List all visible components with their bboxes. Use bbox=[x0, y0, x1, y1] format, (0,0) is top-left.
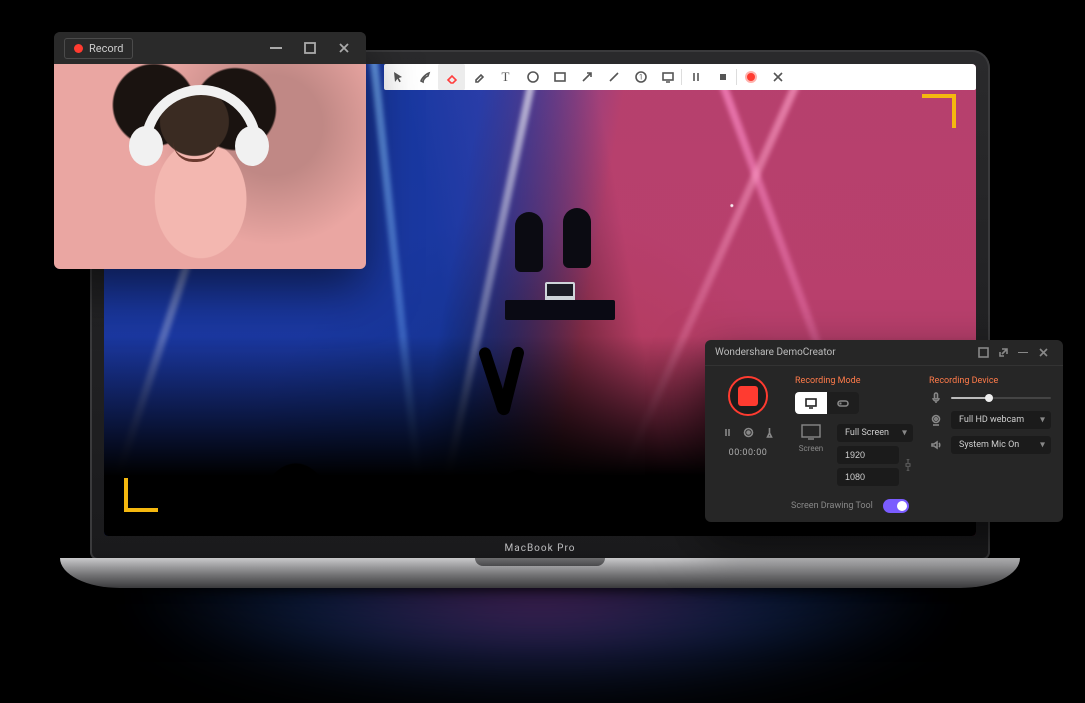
screen-drawing-tool-label: Screen Drawing Tool bbox=[791, 501, 873, 511]
recording-mode-heading: Recording Mode bbox=[795, 376, 913, 386]
webcam-select[interactable]: Full HD webcam bbox=[951, 411, 1051, 429]
record-dot-icon bbox=[74, 44, 83, 53]
record-circle-icon bbox=[743, 427, 754, 438]
close-button[interactable] bbox=[332, 36, 356, 60]
record-indicator[interactable] bbox=[737, 64, 764, 90]
smile bbox=[173, 142, 217, 162]
capture-area-select[interactable]: Full Screen bbox=[837, 424, 913, 442]
minimize-button[interactable] bbox=[264, 36, 288, 60]
capture-width-input[interactable] bbox=[837, 446, 899, 464]
recording-mode-tabs bbox=[795, 392, 859, 414]
recording-device-heading: Recording Device bbox=[929, 376, 1051, 386]
webcam-record-window: Record bbox=[54, 32, 366, 269]
aspect-lock-button[interactable] bbox=[903, 459, 913, 474]
close-toolbar-button[interactable] bbox=[764, 64, 791, 90]
lock-link-icon bbox=[903, 459, 913, 471]
eraser-tool[interactable] bbox=[438, 64, 465, 90]
screen-label: Screen bbox=[799, 444, 823, 453]
panel-titlebar[interactable]: Wondershare DemoCreator bbox=[705, 340, 1063, 366]
minimize-icon bbox=[270, 47, 282, 49]
laptop-base bbox=[60, 558, 1020, 588]
monitor-icon bbox=[801, 424, 821, 440]
mini-marker-button[interactable] bbox=[763, 426, 775, 438]
pause-button[interactable] bbox=[682, 64, 709, 90]
crop-mark-bottom-left[interactable] bbox=[124, 478, 158, 512]
maximize-button[interactable] bbox=[298, 36, 322, 60]
panel-close-button[interactable] bbox=[1033, 343, 1053, 363]
panel-minimize-button[interactable] bbox=[1013, 343, 1033, 363]
panel-title: Wondershare DemoCreator bbox=[715, 347, 973, 358]
circle-tool[interactable] bbox=[519, 64, 546, 90]
brush-tool[interactable] bbox=[411, 64, 438, 90]
record-window-titlebar[interactable]: Record bbox=[54, 32, 366, 64]
marker-icon bbox=[764, 427, 775, 438]
whiteboard-tool[interactable] bbox=[654, 64, 681, 90]
recording-mode-column: Recording Mode Screen Full Screen ▾ bbox=[795, 376, 913, 486]
slider-knob[interactable] bbox=[985, 394, 993, 402]
webcam-preview-image bbox=[54, 64, 366, 269]
record-controls-column: 00:00:00 bbox=[717, 376, 779, 486]
headphone-earcup bbox=[129, 126, 163, 166]
arrow-tool[interactable] bbox=[573, 64, 600, 90]
cursor-tool[interactable] bbox=[384, 64, 411, 90]
speaker-icon bbox=[929, 439, 943, 451]
record-dot-icon bbox=[745, 71, 757, 83]
popout-icon bbox=[978, 347, 989, 358]
maximize-icon bbox=[304, 42, 316, 54]
rectangle-tool[interactable] bbox=[546, 64, 573, 90]
system-audio-select[interactable]: System Mic On bbox=[951, 436, 1051, 454]
dj-table bbox=[505, 300, 615, 320]
svg-text:1: 1 bbox=[639, 74, 643, 82]
recording-device-column: Recording Device Full HD webcam ▾ System bbox=[929, 376, 1051, 486]
record-square-icon bbox=[738, 386, 758, 406]
step-number-tool[interactable]: 1 bbox=[627, 64, 654, 90]
external-icon bbox=[998, 347, 1009, 358]
record-button[interactable]: Record bbox=[64, 38, 133, 59]
capture-height-input[interactable] bbox=[837, 468, 899, 486]
democreator-panel: Wondershare DemoCreator 00:00:00 Recordi… bbox=[705, 340, 1063, 522]
panel-popout-button[interactable] bbox=[973, 343, 993, 363]
laptop-brand-label: MacBook Pro bbox=[90, 543, 990, 554]
annotation-toolbar: T 1 bbox=[384, 64, 976, 90]
text-tool[interactable]: T bbox=[492, 64, 519, 90]
performer-silhouette bbox=[563, 208, 591, 268]
highlighter-tool[interactable] bbox=[465, 64, 492, 90]
mini-record-button[interactable] bbox=[742, 426, 754, 438]
mic-volume-slider[interactable] bbox=[951, 397, 1051, 399]
performer-silhouette bbox=[515, 212, 543, 272]
record-button-label: Record bbox=[89, 42, 123, 55]
microphone-icon bbox=[929, 392, 943, 404]
monitor-icon bbox=[805, 397, 817, 409]
headphone-earcup bbox=[235, 126, 269, 166]
close-icon bbox=[1038, 347, 1049, 358]
mode-tab-screen[interactable] bbox=[795, 392, 827, 414]
slider-fill bbox=[951, 397, 989, 399]
panel-footer: Screen Drawing Tool bbox=[791, 499, 1051, 513]
close-icon bbox=[338, 42, 350, 54]
recording-timer: 00:00:00 bbox=[729, 448, 768, 458]
pause-icon bbox=[722, 427, 733, 438]
minimize-icon bbox=[1018, 352, 1028, 354]
dj-laptop bbox=[545, 282, 575, 302]
dj-booth bbox=[505, 272, 615, 320]
toggle-knob bbox=[897, 501, 907, 511]
stop-button[interactable] bbox=[709, 64, 736, 90]
main-record-button[interactable] bbox=[728, 376, 768, 416]
line-tool[interactable] bbox=[600, 64, 627, 90]
panel-external-button[interactable] bbox=[993, 343, 1013, 363]
crop-mark-top-right[interactable] bbox=[922, 94, 956, 128]
webcam-icon bbox=[929, 414, 943, 426]
screen-drawing-toggle[interactable] bbox=[883, 499, 909, 513]
gamepad-icon bbox=[837, 397, 849, 409]
mini-pause-button[interactable] bbox=[721, 426, 733, 438]
screen-source-icon-group: Screen bbox=[795, 424, 827, 486]
mode-tab-game[interactable] bbox=[827, 392, 859, 414]
